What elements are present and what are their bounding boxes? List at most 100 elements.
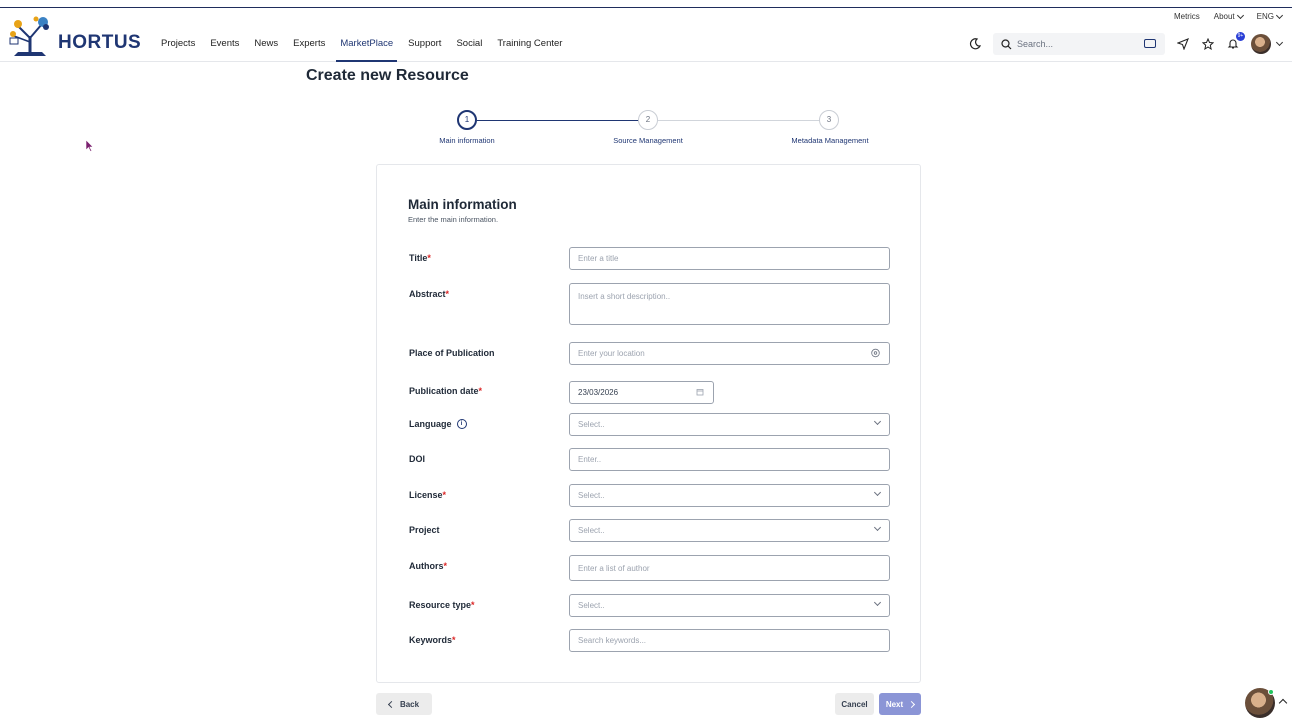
metrics-link[interactable]: Metrics [1174,12,1200,21]
utility-bar: Metrics About ENG [1174,11,1284,21]
nav-events[interactable]: Events [210,38,239,62]
date-label-text: Publication date [409,386,479,396]
keywords-label-text: Keywords [409,635,453,645]
authors-label-text: Authors [409,561,444,571]
form-subtitle: Enter the main information. [408,215,499,224]
project-select[interactable]: Select.. [569,519,890,542]
chevron-down-icon [873,488,882,498]
next-button[interactable]: Next [879,693,921,715]
authors-placeholder: Enter a list of author [578,563,650,573]
abstract-label-text: Abstract [409,289,446,299]
search-input[interactable]: Search... [1017,39,1053,49]
header: HORTUS Projects Events News Experts Mark… [0,8,1292,62]
title-label-text: Title [409,253,428,263]
location-pin-icon [871,348,880,359]
chevron-down-icon [873,417,882,427]
nav-news[interactable]: News [254,38,278,62]
date-value: 23/03/2026 [578,388,619,397]
project-label: Project [409,525,440,535]
step-1-label: Main information [439,136,495,145]
abstract-textarea[interactable]: Insert a short description.. [569,283,890,325]
dark-mode-moon-icon[interactable] [967,36,983,52]
resource-type-select[interactable]: Select.. [569,594,890,617]
language-label: Language i [409,419,467,429]
notification-badge: 9+ [1236,32,1245,41]
place-label: Place of Publication [409,348,495,358]
authors-input[interactable]: Enter a list of author [569,555,890,581]
info-icon[interactable]: i [456,419,467,429]
nav-marketplace[interactable]: MarketPlace [336,38,397,62]
notification-bell-icon[interactable]: 9+ [1225,32,1245,52]
required-mark: * [442,490,447,500]
search-box[interactable]: Search... [993,33,1165,55]
doi-label-text: DOI [409,454,426,464]
chevron-down-icon[interactable] [1275,38,1284,47]
online-status-dot [1268,689,1274,695]
chevron-up-icon[interactable] [1278,698,1288,708]
keywords-input[interactable]: Search keywords... [569,629,890,652]
nav-projects[interactable]: Projects [161,38,195,62]
star-icon[interactable] [1200,36,1216,52]
resource-type-label: Resource type * [409,600,475,610]
language-select[interactable]: Select.. [569,413,890,436]
search-icon [1001,38,1012,49]
required-mark: * [471,600,475,610]
chevron-down-icon [1236,11,1244,19]
main-nav: Projects Events News Experts MarketPlace… [161,38,577,62]
step-2-label: Source Management [613,136,683,145]
step-1-circle[interactable]: 1 [457,110,477,130]
nav-social[interactable]: Social [456,38,482,62]
back-label: Back [399,699,420,709]
calendar-icon[interactable] [696,388,704,398]
abstract-placeholder: Insert a short description.. [578,292,671,301]
doi-label: DOI [409,454,425,464]
stepper-line-done [477,120,648,121]
chevron-down-icon [873,523,882,533]
authors-label: Authors * [409,561,447,571]
language-label: ENG [1256,12,1274,21]
stepper: 1 2 3 Main information Source Management… [400,110,920,150]
step-3-circle[interactable]: 3 [819,110,839,130]
language-menu[interactable]: ENG [1256,11,1284,21]
title-input[interactable]: Enter a title [569,247,890,270]
required-mark: * [445,289,450,299]
header-actions: Search... 9+ [967,32,1284,55]
doi-input[interactable]: Enter.. [569,448,890,471]
required-mark: * [427,253,431,263]
language-label-text: Language [409,419,452,429]
title-placeholder: Enter a title [578,254,619,263]
next-label: Next [885,699,904,709]
resource-type-placeholder: Select.. [578,601,605,610]
brand-logo[interactable]: HORTUS [8,14,141,58]
license-label-text: License [409,490,443,500]
language-placeholder: Select.. [578,420,605,429]
send-icon[interactable] [1175,36,1191,52]
nav-training-center[interactable]: Training Center [497,38,562,62]
stepper-line-pending [658,120,829,121]
chevron-left-icon [387,700,395,708]
nav-support[interactable]: Support [408,38,441,62]
about-menu[interactable]: About [1214,11,1244,21]
project-placeholder: Select.. [578,526,605,535]
license-select[interactable]: Select.. [569,484,890,507]
keyboard-icon[interactable] [1144,39,1156,48]
cancel-button[interactable]: Cancel [835,693,874,715]
chevron-down-icon [1275,11,1284,19]
title-label: Title * [409,253,431,263]
publication-date-input[interactable]: 23/03/2026 [569,381,714,404]
back-button[interactable]: Back [376,693,432,715]
place-label-text: Place of Publication [409,348,495,358]
step-2-circle[interactable]: 2 [638,110,658,130]
chevron-down-icon [873,598,882,608]
license-label: License * [409,490,446,500]
place-input[interactable]: Enter your location [569,342,890,365]
chevron-right-icon [908,700,916,708]
date-label: Publication date * [409,386,482,396]
nav-experts[interactable]: Experts [293,38,325,62]
license-placeholder: Select.. [578,491,605,500]
brand-name: HORTUS [58,32,142,53]
user-avatar[interactable] [1251,34,1271,54]
required-mark: * [478,386,483,396]
tree-logo-icon [9,16,49,56]
project-label-text: Project [409,525,440,535]
